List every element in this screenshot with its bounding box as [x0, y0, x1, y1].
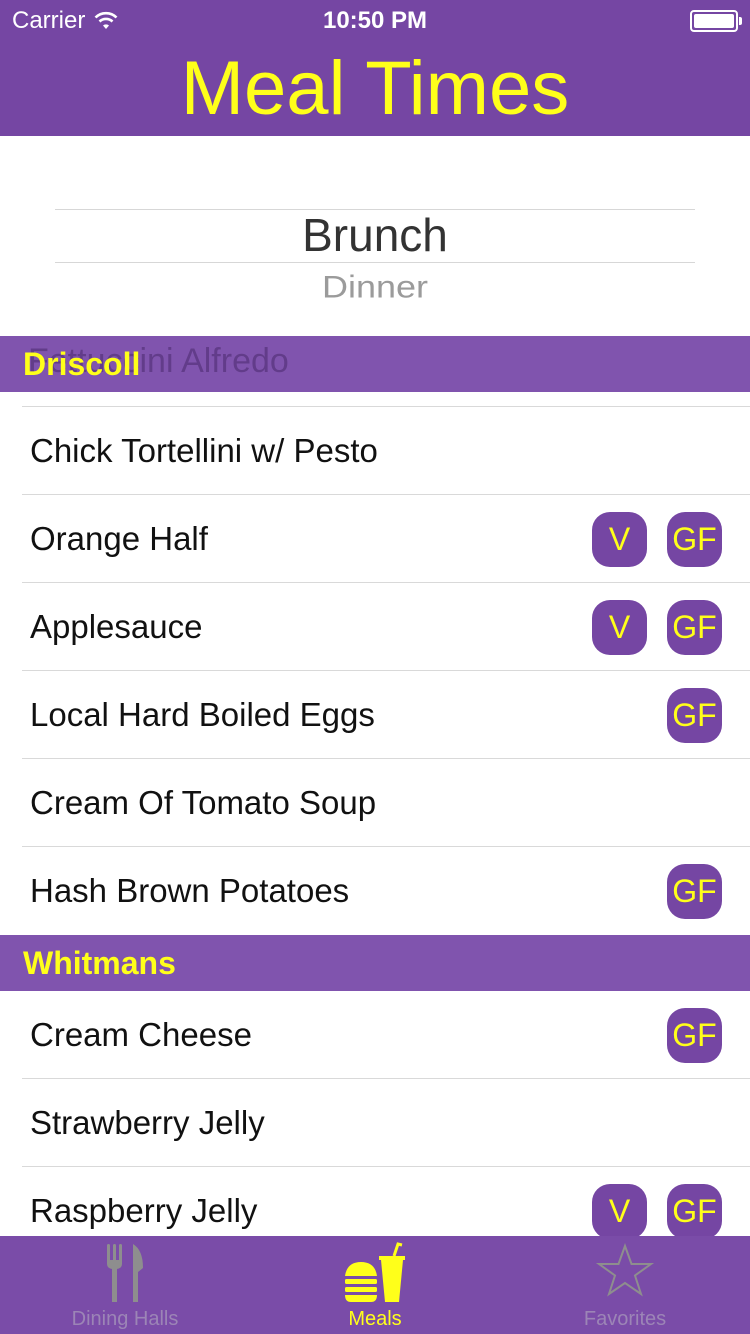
table-row[interactable]: Applesauce V GF — [0, 583, 750, 671]
table-row[interactable]: Raspberry Jelly V GF — [0, 1167, 750, 1236]
table-row[interactable]: Hash Brown Potatoes GF — [0, 847, 750, 935]
picker-selected-option[interactable]: Brunch — [0, 208, 750, 262]
menu-list[interactable]: Fettuccini Alfredo Driscoll Chick Tortel… — [0, 336, 750, 1236]
vegetarian-badge: V — [592, 1184, 647, 1236]
item-name: Applesauce — [30, 608, 203, 645]
meal-picker[interactable]: Brunch Dinner — [0, 136, 750, 336]
app-header: Carrier 10:50 PM Meal Times — [0, 0, 750, 136]
item-name: Local Hard Boiled Eggs — [30, 696, 375, 733]
tab-label: Meals — [348, 1308, 402, 1330]
gluten-free-badge: GF — [667, 600, 722, 655]
gluten-free-badge: GF — [667, 1184, 722, 1236]
section-title: Driscoll — [23, 346, 141, 382]
item-name: Strawberry Jelly — [30, 1104, 265, 1141]
gluten-free-badge: GF — [667, 512, 722, 567]
table-row[interactable]: Cream Cheese GF — [0, 991, 750, 1079]
item-name: Cream Cheese — [30, 1016, 252, 1053]
vegetarian-badge: V — [592, 600, 647, 655]
status-time: 10:50 PM — [322, 7, 428, 34]
tab-dining-halls[interactable]: Dining Halls — [0, 1236, 250, 1334]
table-row[interactable]: Chick Tortellini w/ Pesto — [0, 407, 750, 495]
tab-label: Dining Halls — [71, 1308, 179, 1330]
star-icon — [595, 1243, 655, 1297]
table-row[interactable]: Strawberry Jelly — [0, 1079, 750, 1167]
table-row[interactable]: Orange Half V GF — [0, 495, 750, 583]
table-row[interactable]: Local Hard Boiled Eggs GF — [0, 671, 750, 759]
tab-bar: Dining Halls Meals Favorites — [0, 1236, 750, 1334]
picker-next-option[interactable]: Dinner — [0, 269, 750, 306]
status-bar: Carrier 10:50 PM — [0, 0, 750, 40]
section-title: Whitmans — [23, 945, 176, 981]
tab-favorites[interactable]: Favorites — [500, 1236, 750, 1334]
gluten-free-badge: GF — [667, 688, 722, 743]
gluten-free-badge: GF — [667, 1008, 722, 1063]
page-title: Meal Times — [180, 46, 570, 131]
item-name: Chick Tortellini w/ Pesto — [30, 432, 378, 469]
gluten-free-badge: GF — [667, 864, 722, 919]
table-row[interactable]: Cream Of Tomato Soup — [0, 759, 750, 847]
item-name: Raspberry Jelly — [30, 1192, 258, 1229]
tab-meals[interactable]: Meals — [250, 1236, 500, 1334]
vegetarian-badge: V — [592, 512, 647, 567]
section-header-whitmans: Whitmans — [0, 935, 750, 991]
section-header-driscoll: Fettuccini Alfredo Driscoll — [0, 336, 750, 392]
battery-icon — [690, 10, 742, 32]
item-name: Orange Half — [30, 520, 208, 557]
item-name: Hash Brown Potatoes — [30, 872, 350, 909]
fork-knife-icon — [107, 1244, 143, 1302]
item-name: Cream Of Tomato Soup — [30, 784, 377, 821]
burger-drink-icon — [345, 1242, 405, 1302]
picker-bottom-divider — [55, 262, 695, 263]
tab-label: Favorites — [583, 1308, 667, 1330]
